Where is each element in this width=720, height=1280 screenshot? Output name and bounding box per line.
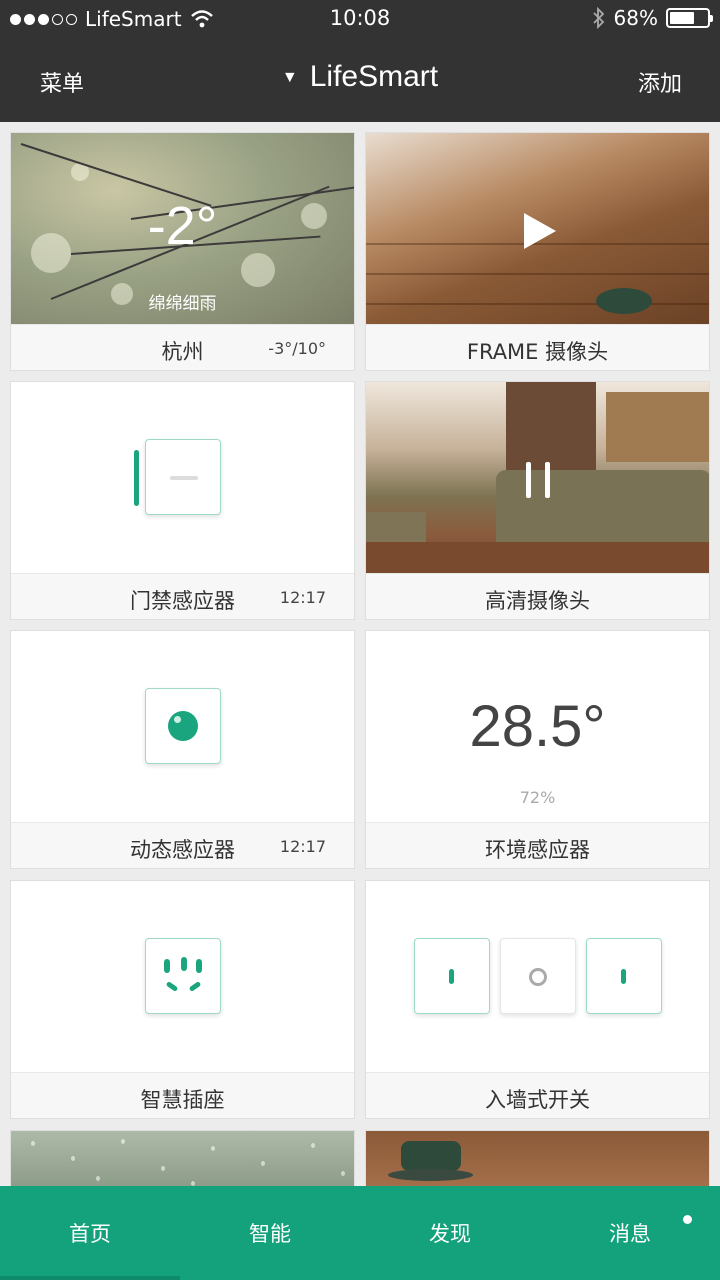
tab-messages[interactable]: 消息 xyxy=(540,1186,720,1280)
nav-bar: 菜单 ▼ LifeSmart 添加 xyxy=(0,40,720,122)
door-sensor-time: 12:17 xyxy=(279,588,326,607)
weather-description: 绵绵细雨 xyxy=(148,294,217,314)
env-humidity: 72% xyxy=(519,788,556,807)
motion-sensor-time: 12:17 xyxy=(279,837,326,856)
frame-camera-preview xyxy=(366,133,709,324)
hd-camera-card[interactable]: 高清摄像头 xyxy=(365,381,710,620)
rain-window-card[interactable] xyxy=(10,1130,355,1190)
env-sensor-visual: 28.5° 72% xyxy=(366,631,709,822)
tab-home-label: 首页 xyxy=(69,1222,111,1246)
tab-discover-label: 发现 xyxy=(429,1222,471,1246)
caret-down-icon: ▼ xyxy=(281,69,298,87)
wall-switch-visual xyxy=(366,881,709,1072)
motion-sensor-card[interactable]: 动态感应器 12:17 xyxy=(10,630,355,869)
env-sensor-card[interactable]: 28.5° 72% 环境感应器 xyxy=(365,630,710,869)
battery-icon xyxy=(666,8,713,28)
pause-icon[interactable] xyxy=(526,462,550,498)
env-temperature: 28.5° xyxy=(469,694,606,759)
door-sensor-card[interactable]: 门禁感应器 12:17 xyxy=(10,381,355,620)
tab-home[interactable]: 首页 xyxy=(0,1186,180,1280)
smart-plug-icon xyxy=(145,938,221,1014)
bluetooth-icon xyxy=(592,7,604,29)
tab-smart-label: 智能 xyxy=(249,1222,291,1246)
smart-plug-card[interactable]: 智慧插座 xyxy=(10,880,355,1119)
switch-middle-icon[interactable] xyxy=(500,938,576,1014)
door-magnet-icon xyxy=(134,450,139,506)
weather-range: -3°/10° xyxy=(268,339,326,358)
weather-card[interactable]: -2° 绵绵细雨 杭州 -3°/10° xyxy=(10,132,355,371)
weather-background-image: -2° 绵绵细雨 xyxy=(11,133,354,324)
battery-percent: 68% xyxy=(613,6,658,30)
env-sensor-name: 环境感应器 xyxy=(485,838,590,862)
door-sensor-icon xyxy=(145,439,221,515)
motion-sensor-visual xyxy=(11,631,354,822)
switch-right-icon[interactable] xyxy=(586,938,662,1014)
hd-camera-preview xyxy=(366,382,709,573)
motion-sensor-icon xyxy=(145,688,221,764)
switch-left-icon[interactable] xyxy=(414,938,490,1014)
status-bar: LifeSmart 10:08 68% xyxy=(0,0,720,40)
hd-camera-name: 高清摄像头 xyxy=(485,589,590,613)
smart-plug-visual xyxy=(11,881,354,1072)
frame-camera-card[interactable]: FRAME 摄像头 xyxy=(365,132,710,371)
tab-messages-label: 消息 xyxy=(609,1222,651,1246)
tab-bar: 首页 智能 发现 消息 xyxy=(0,1186,720,1280)
frame-camera-name: FRAME 摄像头 xyxy=(466,340,609,364)
tab-discover[interactable]: 发现 xyxy=(360,1186,540,1280)
smart-plug-name: 智慧插座 xyxy=(140,1088,225,1112)
tab-active-indicator xyxy=(0,1276,180,1280)
wall-switch-name: 入墙式开关 xyxy=(485,1088,590,1112)
add-button[interactable]: 添加 xyxy=(638,66,682,98)
weather-temperature: -2° xyxy=(147,196,218,256)
cafe-camera-card[interactable] xyxy=(365,1130,710,1190)
top-bar: LifeSmart 10:08 68% 菜单 ▼ LifeSmart 添加 xyxy=(0,0,720,122)
tab-smart[interactable]: 智能 xyxy=(180,1186,360,1280)
unread-badge xyxy=(683,1215,692,1224)
home-selector[interactable]: ▼ LifeSmart xyxy=(0,60,720,94)
brand-label: LifeSmart xyxy=(309,60,439,93)
wall-switch-card[interactable]: 入墙式开关 xyxy=(365,880,710,1119)
play-icon[interactable] xyxy=(524,213,556,249)
door-sensor-visual xyxy=(11,382,354,573)
